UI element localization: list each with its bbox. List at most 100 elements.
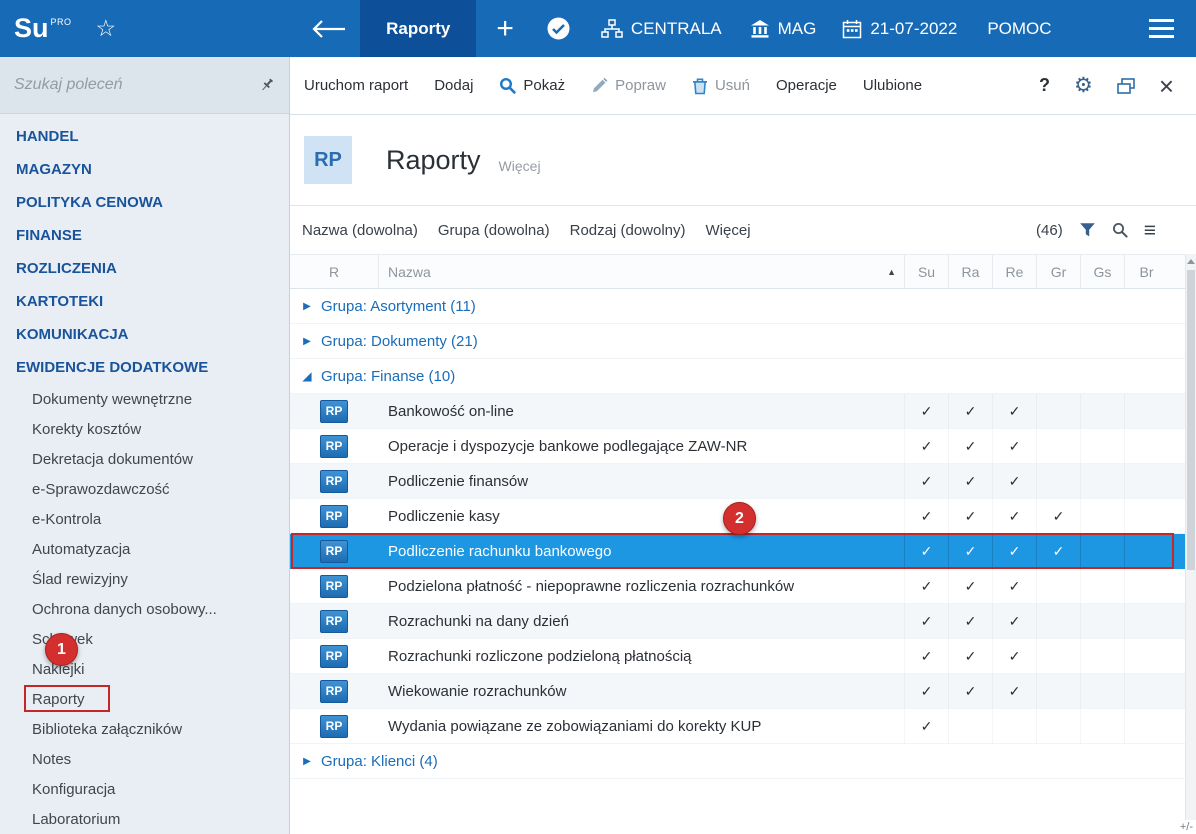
help-menu[interactable]: POMOC: [987, 19, 1051, 39]
sidebar-item-dokumenty-wewnętrzne[interactable]: Dokumenty wewnętrzne: [0, 384, 289, 414]
sidebar-item-notes[interactable]: Notes: [0, 744, 289, 774]
sidebar-item-ewidencje-dodatkowe[interactable]: EWIDENCJE DODATKOWE: [0, 351, 289, 384]
sidebar-item-korekty-kosztów[interactable]: Korekty kosztów: [0, 414, 289, 444]
report-name: Bankowość on-line: [388, 402, 514, 420]
sidebar-item-label: HANDEL: [16, 128, 79, 145]
gear-icon[interactable]: ⚙: [1074, 75, 1093, 96]
tab-label: Raporty: [386, 18, 451, 38]
filter-right-group: (46) ≡: [1036, 220, 1156, 241]
delete-button[interactable]: Usuń: [692, 77, 750, 95]
main-panel: Uruchom raport Dodaj Pokaż Popraw Usuń O…: [290, 57, 1196, 834]
column-header-r[interactable]: R: [290, 255, 378, 288]
sidebar-item-handel[interactable]: HANDEL: [0, 120, 289, 153]
group-row-grupa-dokumenty-21[interactable]: ▶ Grupa: Dokumenty (21): [290, 324, 1196, 359]
calendar-icon: [842, 19, 862, 39]
column-header-su[interactable]: Su: [904, 255, 948, 288]
flag-gr-check-icon: ✓: [1036, 534, 1080, 568]
sidebar-item-e-kontrola[interactable]: e-Kontrola: [0, 504, 289, 534]
group-row-grupa-finanse-10[interactable]: ◢ Grupa: Finanse (10): [290, 359, 1196, 394]
column-header-br[interactable]: Br: [1124, 255, 1168, 288]
date-selector[interactable]: 21-07-2022: [842, 19, 957, 39]
sidebar-item-ochrona-danych-osobowy[interactable]: Ochrona danych osobowy...: [0, 594, 289, 624]
sidebar-item-konfiguracja[interactable]: Konfiguracja: [0, 774, 289, 804]
flag-gr-empty: [1036, 569, 1080, 603]
annotation-step-marker-1: 1: [45, 633, 78, 666]
sidebar-item-komunikacja[interactable]: KOMUNIKACJA: [0, 318, 289, 351]
column-header-gs[interactable]: Gs: [1080, 255, 1124, 288]
search-input[interactable]: [14, 76, 251, 94]
sidebar-item-ślad-rewizyjny[interactable]: Ślad rewizyjny: [0, 564, 289, 594]
report-row-podliczenie-finansów[interactable]: RP Podliczenie finansów ✓ ✓ ✓: [290, 464, 1196, 499]
report-row-rozrachunki-na-dany-dzień[interactable]: RP Rozrachunki na dany dzień ✓ ✓ ✓: [290, 604, 1196, 639]
column-header-name[interactable]: Nazwa ▲: [378, 255, 904, 288]
sidebar-item-magazyn[interactable]: MAGAZYN: [0, 153, 289, 186]
operations-button[interactable]: Operacje: [776, 77, 837, 94]
sidebar-item-naklejki[interactable]: Naklejki: [0, 654, 289, 684]
scrollbar-thumb[interactable]: [1187, 270, 1195, 570]
group-row-grupa-asortyment-11[interactable]: ▶ Grupa: Asortyment (11): [290, 289, 1196, 324]
command-search-bar: [0, 57, 289, 114]
list-options-icon[interactable]: ≡: [1144, 220, 1156, 241]
vertical-scrollbar[interactable]: [1185, 254, 1196, 820]
filter-group[interactable]: Grupa (dowolna): [438, 222, 550, 239]
sidebar-item-laboratorium[interactable]: Laboratorium: [0, 804, 289, 834]
funnel-filter-icon[interactable]: [1079, 222, 1096, 238]
flag-ra-check-icon: ✓: [948, 534, 992, 568]
flag-gs-empty: [1080, 464, 1124, 498]
sidebar-item-polityka-cenowa[interactable]: POLITYKA CENOWA: [0, 186, 289, 219]
hamburger-menu-icon[interactable]: [1149, 19, 1174, 38]
column-header-re[interactable]: Re: [992, 255, 1036, 288]
header-more-link[interactable]: Więcej: [499, 158, 541, 174]
add-button[interactable]: Dodaj: [434, 77, 473, 94]
sidebar-item-finanse[interactable]: FINANSE: [0, 219, 289, 252]
new-tab-button[interactable]: +: [496, 13, 514, 44]
pin-icon[interactable]: [259, 77, 275, 93]
filter-name[interactable]: Nazwa (dowolna): [302, 222, 418, 239]
sidebar-item-label: Notes: [32, 750, 72, 768]
report-row-podzielona-płatność-niepoprawne-rozliczenia-rozrachunków[interactable]: RP Podzielona płatność - niepoprawne rozl…: [290, 569, 1196, 604]
close-icon[interactable]: ×: [1159, 73, 1174, 99]
column-header-gr[interactable]: Gr: [1036, 255, 1080, 288]
company-selector[interactable]: CENTRALA: [601, 19, 722, 39]
sidebar-item-automatyzacja[interactable]: Automatyzacja: [0, 534, 289, 564]
back-arrow-icon[interactable]: [312, 19, 346, 38]
favorites-button[interactable]: Ulubione: [863, 77, 922, 94]
sidebar-item-kartoteki[interactable]: KARTOTEKI: [0, 285, 289, 318]
app-logo[interactable]: Su PRO: [0, 15, 82, 42]
report-row-wiekowanie-rozrachunków[interactable]: RP Wiekowanie rozrachunków ✓ ✓ ✓: [290, 674, 1196, 709]
status-check-icon[interactable]: [546, 16, 571, 41]
collapse-group-icon[interactable]: ◢: [300, 369, 314, 383]
help-button[interactable]: ?: [1039, 75, 1050, 96]
run-report-button[interactable]: Uruchom raport: [304, 77, 408, 94]
expand-group-icon[interactable]: ▶: [300, 301, 314, 312]
expand-group-icon[interactable]: ▶: [300, 756, 314, 767]
sidebar-item-biblioteka-załączników[interactable]: Biblioteka załączników: [0, 714, 289, 744]
quick-search-icon[interactable]: [1112, 222, 1128, 238]
show-button[interactable]: Pokaż: [499, 77, 565, 94]
report-type-badge: RP: [320, 504, 348, 528]
report-row-bankowość-on-line[interactable]: RP Bankowość on-line ✓ ✓ ✓: [290, 394, 1196, 429]
group-row-grupa-klienci-4[interactable]: ▶ Grupa: Klienci (4): [290, 744, 1196, 779]
scroll-up-icon[interactable]: [1187, 259, 1195, 264]
sidebar-item-rozliczenia[interactable]: ROZLICZENIA: [0, 252, 289, 285]
report-row-podliczenie-rachunku-bankowego[interactable]: RP Podliczenie rachunku bankowego ✓ ✓ ✓ ✓: [290, 533, 1196, 569]
filter-more[interactable]: Więcej: [706, 222, 751, 239]
report-name: Wiekowanie rozrachunków: [388, 682, 567, 700]
report-row-operacje-i-dyspozycje-bankowe-podlegające-zaw-nr[interactable]: RP Operacje i dyspozycje bankowe podlegaj…: [290, 429, 1196, 464]
expand-group-icon[interactable]: ▶: [300, 336, 314, 347]
flag-br-empty: [1124, 429, 1168, 463]
edit-button[interactable]: Popraw: [591, 77, 666, 94]
column-header-ra[interactable]: Ra: [948, 255, 992, 288]
favorites-star-icon[interactable]: ☆: [96, 15, 117, 42]
filter-kind[interactable]: Rodzaj (dowolny): [570, 222, 686, 239]
sidebar-item-e-sprawozdawczość[interactable]: e-Sprawozdawczość: [0, 474, 289, 504]
branch-selector[interactable]: MAG: [750, 19, 816, 39]
report-row-rozrachunki-rozliczone-podzieloną-płatnością[interactable]: RP Rozrachunki rozliczone podzieloną płat…: [290, 639, 1196, 674]
sidebar-item-label: Dekretacja dokumentów: [32, 450, 193, 468]
sidebar-item-dekretacja-dokumentów[interactable]: Dekretacja dokumentów: [0, 444, 289, 474]
cascade-windows-icon[interactable]: [1117, 77, 1135, 94]
sidebar-item-raporty[interactable]: Raporty: [0, 684, 289, 714]
sidebar-item-schowek[interactable]: Schowek: [0, 624, 289, 654]
report-row-wydania-powiązane-ze-zobowiązaniami-do-korekty-kup[interactable]: RP Wydania powiązane ze zobowiązaniami do…: [290, 709, 1196, 744]
tab-raporty[interactable]: Raporty: [360, 0, 477, 57]
